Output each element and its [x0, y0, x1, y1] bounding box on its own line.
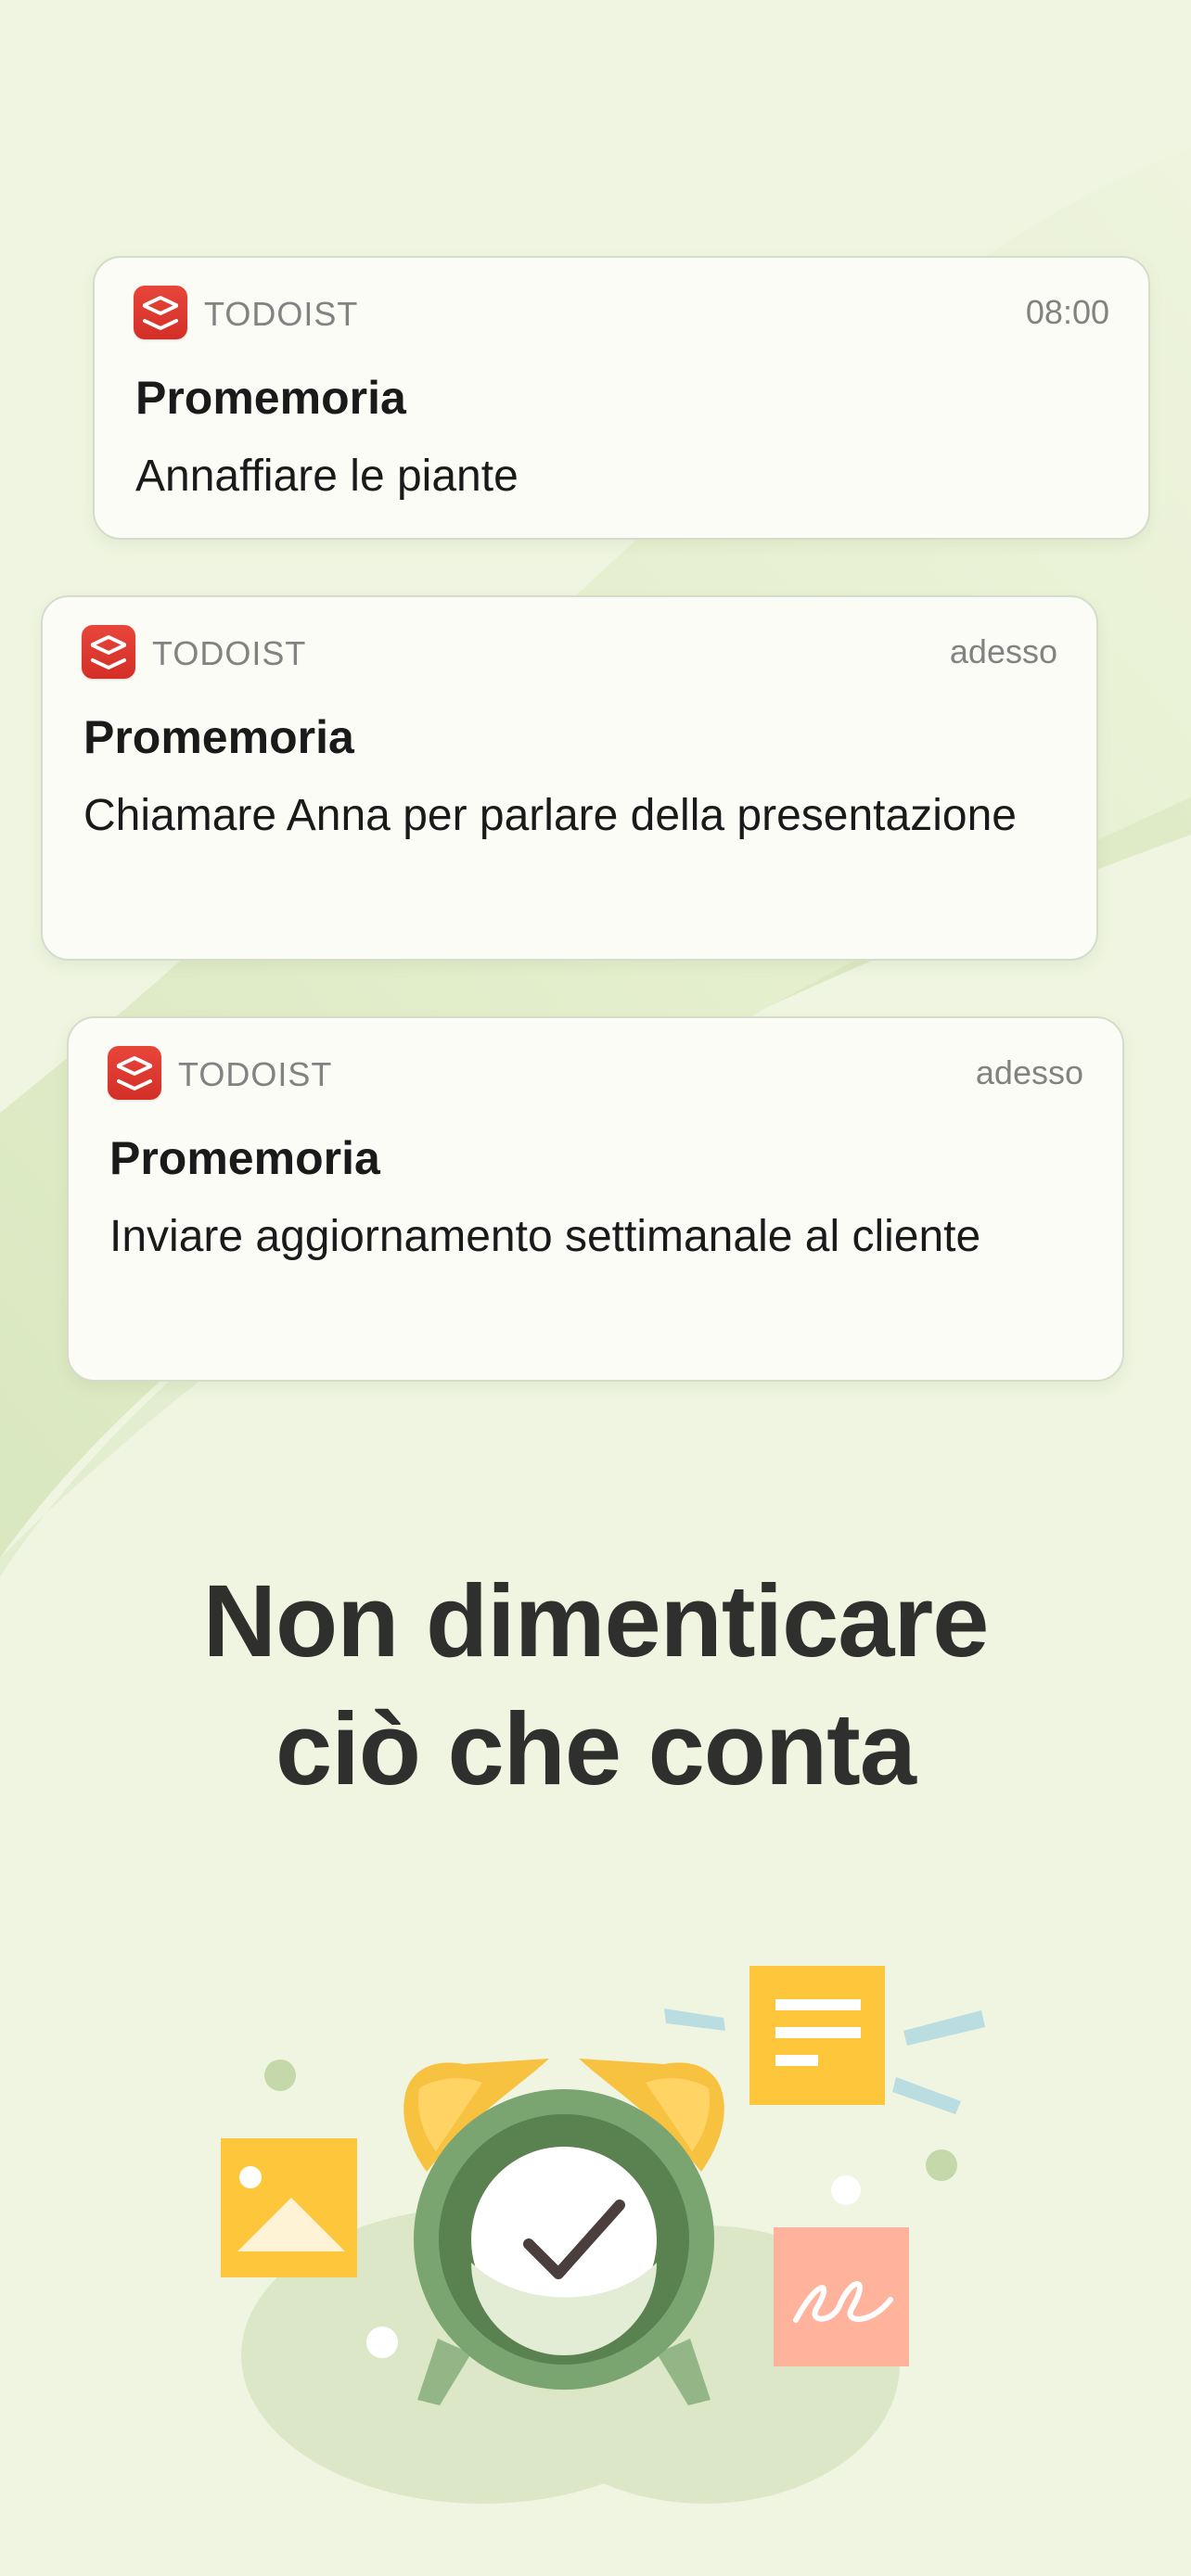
notification-card[interactable]: TODOIST adesso Promemoria Inviare aggior… — [67, 1016, 1124, 1382]
notification-time: adesso — [949, 632, 1057, 670]
notification-body: Annaffiare le piante — [135, 452, 519, 501]
todoist-icon — [134, 286, 187, 339]
notification-card[interactable]: TODOIST 08:00 Promemoria Annaffiare le p… — [93, 256, 1150, 540]
motion-line — [903, 2010, 985, 2046]
signature-note-icon — [774, 2227, 909, 2366]
headline-line-2: ciò che conta — [275, 1692, 916, 1806]
text-note-icon — [749, 1966, 885, 2105]
image-note-icon — [221, 2138, 357, 2277]
decor-dot — [366, 2327, 398, 2358]
notification-title: Promemoria — [83, 711, 354, 763]
notification-time: 08:00 — [1025, 293, 1109, 331]
alarm-illustration — [0, 1929, 1191, 2559]
alarm-clock-icon — [403, 2059, 724, 2405]
motion-line — [892, 2077, 961, 2114]
decor-dot — [831, 2175, 861, 2205]
app-name: TODOIST — [204, 295, 359, 333]
notification-time: adesso — [975, 1053, 1083, 1091]
notification-title: Promemoria — [109, 1132, 380, 1184]
headline: Non dimenticare ciò che conta — [0, 1558, 1191, 1814]
headline-line-1: Non dimenticare — [202, 1564, 990, 1678]
app-name: TODOIST — [152, 634, 307, 672]
notification-body: Chiamare Anna per parlare della presenta… — [83, 791, 1017, 840]
decor-dot — [926, 2149, 957, 2181]
decor-dot — [264, 2060, 296, 2091]
notification-body: Inviare aggiornamento settimanale al cli… — [109, 1212, 981, 1261]
notification-title: Promemoria — [135, 372, 406, 424]
notification-card[interactable]: TODOIST adesso Promemoria Chiamare Anna … — [41, 595, 1098, 961]
motion-line — [664, 2009, 725, 2031]
app-name: TODOIST — [178, 1055, 333, 1093]
todoist-icon — [108, 1046, 161, 1100]
todoist-icon — [82, 625, 135, 679]
